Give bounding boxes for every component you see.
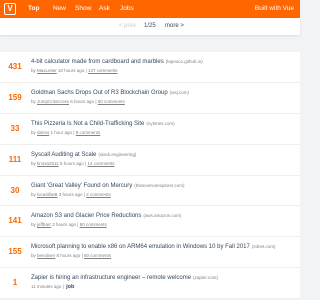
story-host: (lapeoco.github.io) (165, 59, 203, 64)
story-time: 3 hours ago (58, 191, 83, 197)
author-link[interactable]: jeffbarr (37, 222, 51, 227)
comments-link[interactable]: 137 comments (88, 68, 118, 73)
meta-separator: | (77, 222, 79, 228)
story-title-link[interactable]: This Pizzeria Is Not a Child-Trafficking… (31, 121, 144, 127)
meta-separator: | (62, 284, 64, 290)
meta-separator: | (85, 68, 87, 73)
comments-link[interactable]: 14 comments (87, 161, 114, 166)
author-link[interactable]: knoxa2511 (37, 161, 59, 166)
story-title-line: Zapier is hiring an infrastructure engin… (31, 274, 218, 282)
page-indicator: 1/25 (144, 23, 156, 29)
story-title-link[interactable]: Zapier is hiring an infrastructure engin… (31, 275, 191, 281)
story-host: (zdnet.com) (251, 244, 276, 250)
story-title-link[interactable]: Amazon S3 and Glacier Price Reductions (31, 213, 141, 219)
story-meta: by danso 1 hour ago | 8 comments (31, 130, 100, 136)
meta-separator: | (81, 253, 83, 259)
story-score: 1 (12, 278, 18, 288)
prev-page-link[interactable]: < prev (119, 18, 136, 35)
story-title-link[interactable]: Syscall Auditing at Scale (31, 152, 96, 158)
story-title-link[interactable]: Goldman Sachs Drops Out of R3 Blockchain… (31, 90, 168, 96)
vue-logo-icon[interactable]: V (4, 3, 16, 15)
story-score: 431 (8, 62, 22, 71)
story-title-line: This Pizzeria Is Not a Child-Trafficking… (31, 120, 175, 128)
next-page-link[interactable]: more > (165, 18, 184, 35)
story-time: 5 hours ago (59, 160, 84, 166)
comments-link[interactable]: 2 comments (86, 192, 111, 197)
story-time: 3 hours ago (52, 222, 76, 228)
story-meta: by knoxa2511 5 hours ago | 14 comments (31, 161, 114, 167)
nav-ask[interactable]: Ask (99, 4, 110, 14)
story-title-line: Goldman Sachs Drops Out of R3 Blockchain… (31, 89, 189, 97)
author-link[interactable]: lucaslibeB (37, 192, 58, 197)
story-title-line: Amazon S3 and Glacier Price Reductions (a… (31, 212, 181, 220)
list-item: 431 4-bit calculator made from cardboard… (0, 52, 300, 83)
comments-link[interactable]: 60 comments (84, 253, 111, 258)
story-title-line: 4-bit calculator made from cardboard and… (31, 58, 203, 66)
built-with-vue-link[interactable]: Built with Vue (255, 4, 294, 14)
story-title-line: Microsoft planning to enable x86 on ARM6… (31, 243, 276, 251)
comments-link[interactable]: 80 comments (80, 222, 107, 227)
pagination-bar: < prev 1/25 more > (0, 18, 300, 35)
story-time: 6 hours ago (70, 98, 95, 104)
list-item: 111 Syscall Auditing at Scale (slack.engi… (0, 145, 300, 176)
story-time: 8 hours ago (56, 253, 81, 259)
story-title-link[interactable]: Giant 'Great Valley' Found on Mercury (31, 183, 132, 189)
story-title-link[interactable]: Microsoft planning to enable x86 on ARM6… (31, 244, 250, 250)
story-score: 33 (10, 123, 20, 133)
story-host: (nytimes.com) (146, 120, 175, 126)
meta-separator: | (85, 160, 87, 166)
nav-jobs[interactable]: Jobs (120, 4, 134, 14)
list-item: 30 Giant 'Great Valley' Found on Mercury… (0, 176, 300, 207)
story-host: (slack.engineering) (98, 151, 137, 157)
story-title-link[interactable]: 4-bit calculator made from cardboard and… (31, 59, 164, 65)
list-item: 159 Goldman Sachs Drops Out of R3 Blockc… (0, 83, 300, 114)
list-item: 33 This Pizzeria Is Not a Child-Traffick… (0, 114, 300, 145)
story-score: 159 (8, 92, 22, 102)
top-nav-bar: V Top New Show Ask Jobs Built with Vue (0, 0, 300, 18)
nav-top[interactable]: Top (28, 4, 39, 14)
nav-new[interactable]: New (53, 4, 66, 14)
meta-separator: | (95, 98, 97, 104)
story-score: 30 (10, 185, 20, 195)
job-label: job (66, 284, 75, 291)
meta-separator: | (83, 191, 86, 197)
list-item: 141 Amazon S3 and Glacier Price Reductio… (0, 206, 300, 238)
comments-link[interactable]: 60 comments (98, 99, 125, 104)
story-time: 10 hours ago (58, 68, 85, 73)
story-meta: 11 minutes ago | job (31, 284, 74, 290)
author-link[interactable]: benoliver (37, 253, 55, 258)
story-meta: by JumpCrisscross 6 hours ago | 60 comme… (31, 99, 125, 105)
story-score: 141 (8, 216, 22, 226)
story-title-line: Syscall Auditing at Scale (slack.engineer… (31, 151, 136, 159)
nav-show[interactable]: Show (75, 4, 91, 14)
story-time: 1 hour ago (50, 129, 73, 135)
story-host: (wsj.com) (169, 89, 189, 95)
meta-separator: | (73, 129, 75, 135)
list-item: 1 Zapier is hiring an infrastructure eng… (0, 268, 300, 300)
list-item: 155 Microsoft planning to enable x86 on … (0, 237, 300, 269)
story-meta: by benoliver 8 hours ago | 60 comments (31, 253, 111, 259)
story-score: 155 (8, 247, 22, 257)
story-meta: by MaxLeiter 10 hours ago | 137 comments (31, 68, 118, 74)
story-host: (thescienceexplorer.com) (134, 182, 185, 188)
story-host: (aws.amazon.com) (143, 213, 182, 219)
comments-link[interactable]: 8 comments (76, 130, 101, 135)
story-time: 11 minutes ago (31, 284, 62, 290)
author-link[interactable]: danso (37, 130, 49, 135)
author-link[interactable]: MaxLeiter (37, 68, 57, 73)
story-host: (zapier.com) (193, 275, 218, 281)
author-link[interactable]: JumpCrisscross (37, 99, 69, 104)
story-list: 431 4-bit calculator made from cardboard… (0, 52, 300, 300)
story-title-line: Giant 'Great Valley' Found on Mercury (th… (31, 182, 185, 190)
story-meta: by jeffbarr 3 hours ago | 80 comments (31, 222, 107, 228)
story-score: 111 (8, 154, 22, 164)
story-meta: by lucaslibeB 3 hours ago | 2 comments (31, 192, 111, 198)
